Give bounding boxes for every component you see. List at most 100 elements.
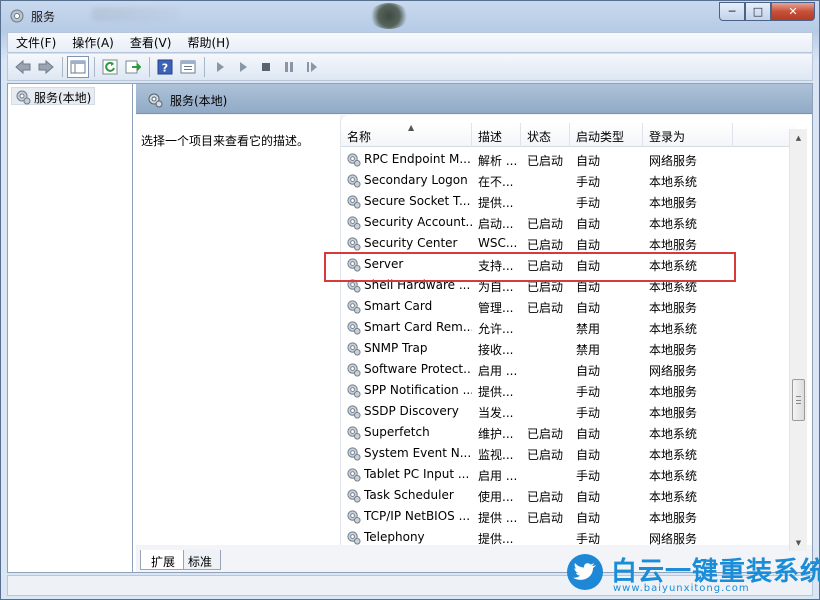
service-gear-icon: [347, 363, 361, 377]
table-row[interactable]: SNMP Trap 接收... 禁用 本地服务: [341, 338, 796, 359]
column-header-name[interactable]: 名称 ▲: [341, 123, 472, 147]
service-name: SPP Notification ...: [364, 383, 472, 397]
service-logon-as: 网络服务: [649, 154, 698, 168]
table-row[interactable]: Task Scheduler 使用... 已启动 自动 本地系统: [341, 485, 796, 506]
table-row[interactable]: TCP/IP NetBIOS ... 提供 ... 已启动 自动 本地服务: [341, 506, 796, 527]
scroll-up-arrow-icon[interactable]: ▲: [790, 129, 807, 146]
start-service-alt-icon[interactable]: [232, 56, 254, 78]
watermark-url: www.baiyunxitong.com: [613, 583, 750, 594]
close-button[interactable]: ✕: [771, 2, 815, 21]
service-name: Smart Card: [364, 299, 433, 313]
service-name: TCP/IP NetBIOS ...: [364, 509, 471, 523]
column-header-description[interactable]: 描述: [472, 123, 521, 147]
service-name: Telephony: [364, 530, 425, 544]
service-description: 启动...: [478, 217, 514, 231]
console-tree-icon[interactable]: [67, 56, 89, 78]
services-gear-icon: [148, 93, 163, 108]
service-logon-as: 本地服务: [649, 511, 698, 525]
service-description: 启用 ...: [478, 364, 518, 378]
service-logon-as: 本地系统: [649, 175, 698, 189]
column-header-status[interactable]: 状态: [521, 123, 570, 147]
service-gear-icon: [347, 153, 361, 167]
table-row[interactable]: Telephony 提供... 手动 网络服务: [341, 527, 796, 545]
service-name: SSDP Discovery: [364, 404, 459, 418]
service-status: 已启动: [527, 154, 564, 168]
menu-view[interactable]: 查看(V): [122, 34, 180, 51]
table-row[interactable]: Secure Socket T... 提供... 手动 本地服务: [341, 191, 796, 212]
table-row[interactable]: Secondary Logon 在不... 手动 本地系统: [341, 170, 796, 191]
service-description: 解析 ...: [478, 154, 518, 168]
service-startup-type: 手动: [576, 175, 601, 189]
toolbar-separator: [94, 57, 95, 77]
menu-bar: 文件(F) 操作(A) 查看(V) 帮助(H): [7, 32, 813, 53]
table-row[interactable]: System Event N... 监视... 已启动 自动 本地系统: [341, 443, 796, 464]
table-row[interactable]: Software Protect... 启用 ... 自动 网络服务: [341, 359, 796, 380]
stop-service-icon[interactable]: [255, 56, 277, 78]
tree-node-services-local[interactable]: 服务(本地): [11, 87, 96, 105]
panel-title: 服务(本地): [170, 94, 228, 108]
start-service-icon[interactable]: [209, 56, 231, 78]
column-header-startup-type[interactable]: 启动类型: [570, 123, 643, 147]
vertical-scrollbar[interactable]: ▲ ▼: [789, 129, 807, 551]
pause-service-icon[interactable]: [278, 56, 300, 78]
service-status: 已启动: [527, 238, 564, 252]
table-row[interactable]: SPP Notification ... 提供... 手动 本地服务: [341, 380, 796, 401]
export-list-icon[interactable]: [122, 56, 144, 78]
service-description: 在不...: [478, 175, 514, 189]
panel-header: 服务(本地): [136, 84, 812, 114]
service-name: Software Protect...: [364, 362, 472, 376]
service-rows: RPC Endpoint M... 解析 ... 已启动 自动 网络服务 Secondar…: [341, 149, 796, 545]
service-description: 提供...: [478, 196, 514, 210]
service-startup-type: 自动: [576, 490, 601, 504]
highlight-box-server: [324, 252, 736, 282]
service-name: Security Center: [364, 236, 458, 250]
service-startup-type: 自动: [576, 301, 601, 315]
service-status: 已启动: [527, 511, 564, 525]
tab-extended[interactable]: 扩展: [140, 550, 185, 570]
service-logon-as: 网络服务: [649, 364, 698, 378]
refresh-icon[interactable]: [99, 56, 121, 78]
minimize-button[interactable]: ─: [719, 2, 745, 21]
table-row[interactable]: Smart Card 管理... 已启动 自动 本地服务: [341, 296, 796, 317]
service-startup-type: 手动: [576, 406, 601, 420]
title-bar[interactable]: 服务 ─ □ ✕: [1, 1, 819, 31]
column-header-logon-as[interactable]: 登录为: [643, 123, 733, 147]
forward-arrow-icon[interactable]: [35, 56, 57, 78]
service-status: 已启动: [527, 427, 564, 441]
service-status: 已启动: [527, 490, 564, 504]
service-logon-as: 本地服务: [649, 238, 698, 252]
scrollbar-thumb[interactable]: [792, 379, 805, 421]
table-row[interactable]: Tablet PC Input ... 启用 ... 手动 本地系统: [341, 464, 796, 485]
table-row[interactable]: Smart Card Rem... 允许... 禁用 本地系统: [341, 317, 796, 338]
service-description: 启用 ...: [478, 469, 518, 483]
menu-file[interactable]: 文件(F): [8, 34, 64, 51]
service-logon-as: 本地服务: [649, 196, 698, 210]
bird-logo-icon: [567, 554, 603, 590]
service-name: RPC Endpoint M...: [364, 152, 471, 166]
service-startup-type: 自动: [576, 154, 601, 168]
service-status: 已启动: [527, 217, 564, 231]
restart-service-icon[interactable]: [301, 56, 323, 78]
help-icon[interactable]: ?: [154, 56, 176, 78]
service-name: Task Scheduler: [364, 488, 454, 502]
service-logon-as: 本地系统: [649, 490, 698, 504]
window-title: 服务: [31, 10, 56, 24]
back-arrow-icon[interactable]: [12, 56, 34, 78]
service-startup-type: 禁用: [576, 343, 601, 357]
service-startup-type: 自动: [576, 238, 601, 252]
service-startup-type: 禁用: [576, 322, 601, 336]
table-row[interactable]: Security Center WSC... 已启动 自动 本地服务: [341, 233, 796, 254]
service-gear-icon: [347, 489, 361, 503]
table-row[interactable]: Security Account... 启动... 已启动 自动 本地系统: [341, 212, 796, 233]
menu-help[interactable]: 帮助(H): [179, 34, 237, 51]
menu-action[interactable]: 操作(A): [64, 34, 122, 51]
service-startup-type: 自动: [576, 511, 601, 525]
table-row[interactable]: Superfetch 维护... 已启动 自动 本地系统: [341, 422, 796, 443]
properties-icon[interactable]: [177, 56, 199, 78]
service-logon-as: 本地系统: [649, 469, 698, 483]
service-logon-as: 本地服务: [649, 385, 698, 399]
table-row[interactable]: RPC Endpoint M... 解析 ... 已启动 自动 网络服务: [341, 149, 796, 170]
service-gear-icon: [347, 405, 361, 419]
table-row[interactable]: SSDP Discovery 当发... 手动 本地服务: [341, 401, 796, 422]
maximize-button[interactable]: □: [745, 2, 771, 21]
